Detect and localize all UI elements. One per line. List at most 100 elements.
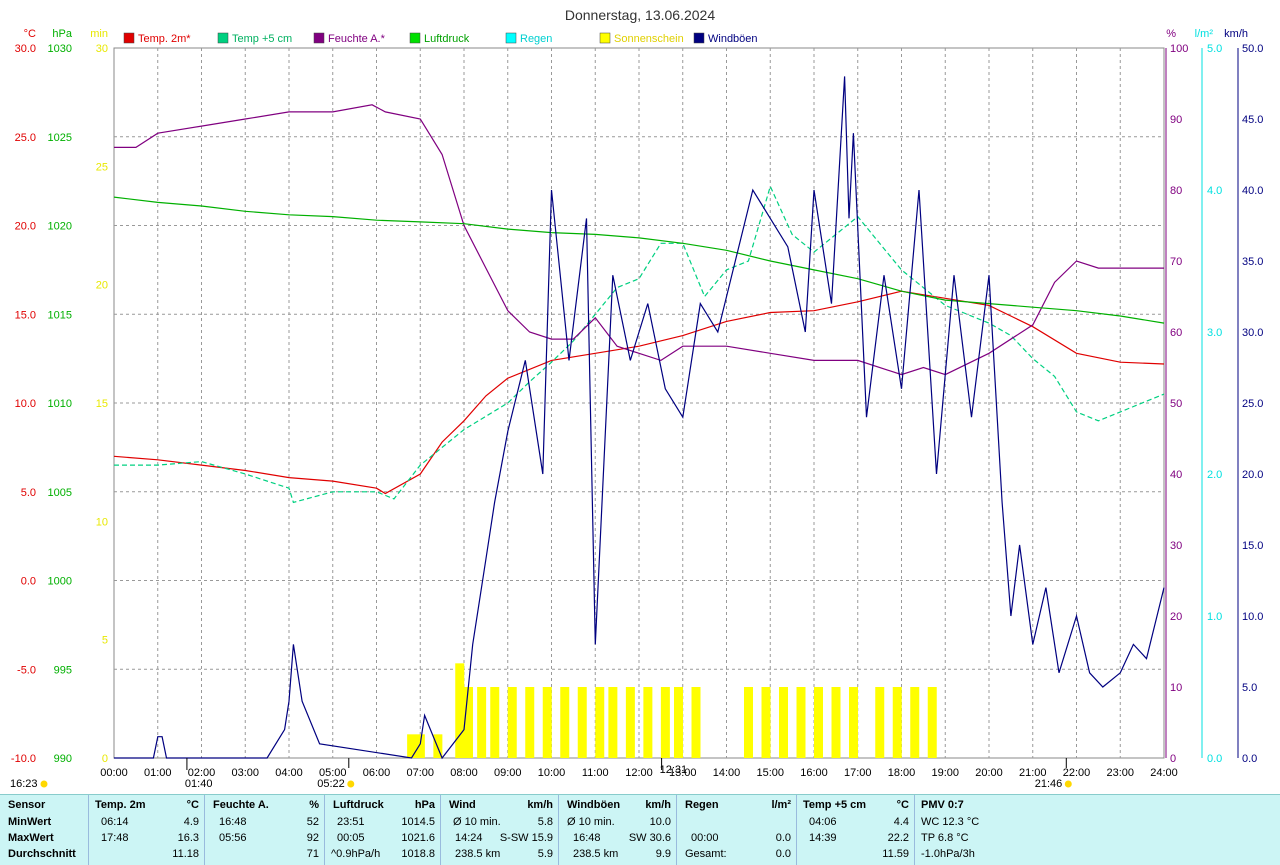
stat-min: 1014.5 <box>401 816 435 828</box>
weather-chart: Donnerstag, 13.06.2024 Temp. 2m* Temp +5 … <box>10 7 1263 790</box>
stats-col-temp5: Temp +5 cm °C 04:06 4.4 14:39 22.2 11.59 <box>796 795 915 865</box>
pressure-axis-tick: 990 <box>54 753 72 765</box>
stat-avg: 11.59 <box>882 848 909 860</box>
legend-label: Feuchte A.* <box>328 33 386 45</box>
x-tick-label: 18:00 <box>888 767 916 779</box>
stat-value: 5.9 <box>537 848 553 860</box>
sunshine-axis-tick: 5 <box>102 635 108 647</box>
humidity-axis-tick: 0 <box>1170 753 1176 765</box>
sunshine-bar <box>761 687 771 758</box>
legend-label: Luftdruck <box>424 33 470 45</box>
sunshine-bar <box>525 687 535 758</box>
x-tick-label: 22:00 <box>1063 767 1091 779</box>
row-label-min: MinWert <box>8 816 52 828</box>
sunshine-bar <box>407 734 417 758</box>
pressure-axis-tick: 1020 <box>48 221 72 233</box>
sunshine-axis-tick: 0 <box>102 753 108 765</box>
legend-swatch <box>313 32 325 44</box>
stats-col-wind: Wind km/h Ø 10 min. 5.8 14:24 S-SW 15.9 … <box>440 795 559 865</box>
stats-col-gusts: Windböen km/h Ø 10 min. 10.0 16:48 SW 30… <box>558 795 677 865</box>
x-tick-label: 03:00 <box>231 767 259 779</box>
stat-time: 00:00 <box>691 832 719 844</box>
stat-unit: °C <box>896 799 909 811</box>
moon-high-label: 12:31 <box>660 764 688 776</box>
rain-axis-tick: 2.0 <box>1207 469 1222 481</box>
humidity-axis-tick: 50 <box>1170 398 1182 410</box>
pressure-axis-tick: 1015 <box>48 309 72 321</box>
humidity-axis-tick: 70 <box>1170 256 1182 268</box>
stat-pressure-trend: -1.0hPa/3h <box>921 848 975 860</box>
sunshine-axis-tick: 25 <box>96 161 108 173</box>
stat-avg: 1018.8 <box>401 848 435 860</box>
chart-legend: Temp. 2m* Temp +5 cm Feuchte A.* Luftdruck R… <box>123 32 758 45</box>
stat-max-time: 05:56 <box>219 832 247 844</box>
temp-axis-tick: 20.0 <box>15 221 36 233</box>
humidity-axis-tick: 30 <box>1170 540 1182 552</box>
x-tick-label: 07:00 <box>406 767 434 779</box>
wind-axis-tick: 45.0 <box>1242 114 1263 126</box>
sunrise-label: 05:22 <box>317 778 345 790</box>
temp-axis-tick: 30.0 <box>15 43 36 55</box>
stat-unit: % <box>309 799 319 811</box>
humidity-axis-tick: 80 <box>1170 185 1182 197</box>
temp-axis-tick: 5.0 <box>21 487 36 499</box>
stat-max-time: 00:05 <box>337 832 365 844</box>
stat-value: 0.0 <box>775 848 791 860</box>
legend-swatch <box>409 32 421 44</box>
humidity-axis-tick: 60 <box>1170 327 1182 339</box>
stat-unit: °C <box>186 799 199 811</box>
stat-header: Temp +5 cm <box>803 799 867 811</box>
legend-label: Regen <box>520 33 552 45</box>
sunshine-bar <box>507 687 517 758</box>
stat-avg: 11.18 <box>172 848 199 860</box>
stat-max-time: 14:39 <box>809 832 837 844</box>
wind-axis-tick: 50.0 <box>1242 43 1263 55</box>
sunshine-axis-tick: 20 <box>96 280 108 292</box>
stats-col-temp2m: Temp. 2m °C 06:14 4.9 17:48 16.3 11.18 <box>88 795 205 865</box>
sunshine-bar <box>814 687 823 758</box>
sunshine-bar <box>910 687 920 758</box>
legend-label: Temp. 2m* <box>138 33 191 45</box>
stats-col-rain: Regen l/m² 00:00 0.0 Gesamt: 0.0 <box>676 795 797 865</box>
sunshine-axis-tick: 30 <box>96 43 108 55</box>
pressure-axis-unit: hPa <box>52 28 72 40</box>
rain-axis-tick: 5.0 <box>1207 43 1222 55</box>
legend-swatch <box>505 32 517 44</box>
wind-axis-tick: 20.0 <box>1242 469 1263 481</box>
rain-axis-unit: l/m² <box>1195 28 1214 40</box>
stat-header: Windböen <box>567 799 621 811</box>
sunshine-axis-tick: 10 <box>96 516 108 528</box>
stat-avg: 71 <box>306 848 319 860</box>
wind-axis-tick: 30.0 <box>1242 327 1263 339</box>
sunshine-bar <box>595 687 605 758</box>
humidity-axis-tick: 20 <box>1170 611 1182 623</box>
stats-col-pmv: PMV 0:7 WC 12.3 °C TP 6.8 °C -1.0hPa/3h <box>914 795 1280 865</box>
row-label-sensor: Sensor <box>8 799 46 811</box>
x-tick-label: 15:00 <box>756 767 784 779</box>
stat-label: Gesamt: <box>685 848 727 860</box>
stat-windchill: WC 12.3 °C <box>921 816 980 828</box>
stat-unit: hPa <box>414 799 435 811</box>
wind-axis-tick: 5.0 <box>1242 682 1257 694</box>
legend-swatch <box>599 32 611 44</box>
sunshine-bar <box>674 687 683 758</box>
row-label-max: MaxWert <box>8 832 54 844</box>
rain-axis-tick: 0.0 <box>1207 753 1222 765</box>
pressure-axis-tick: 1000 <box>48 576 72 588</box>
left-time-label: 16:23 <box>10 778 38 790</box>
wind-axis-tick: 0.0 <box>1242 753 1257 765</box>
x-tick-label: 24:00 <box>1150 767 1178 779</box>
legend-swatch <box>693 32 705 44</box>
stat-header: Regen <box>685 799 719 811</box>
stat-unit: l/m² <box>771 799 791 811</box>
stat-time: 16:48 <box>573 832 601 844</box>
sunset-label: 21:46 <box>1035 778 1063 790</box>
stat-header: Wind <box>449 799 476 811</box>
stat-min: 52 <box>306 816 319 828</box>
x-tick-label: 16:00 <box>800 767 828 779</box>
sunset-icon <box>1064 780 1072 788</box>
pressure-axis-tick: 1005 <box>48 487 72 499</box>
sunshine-bar <box>577 687 587 758</box>
temp-axis-tick: 25.0 <box>15 132 36 144</box>
sunshine-bar <box>849 687 858 758</box>
